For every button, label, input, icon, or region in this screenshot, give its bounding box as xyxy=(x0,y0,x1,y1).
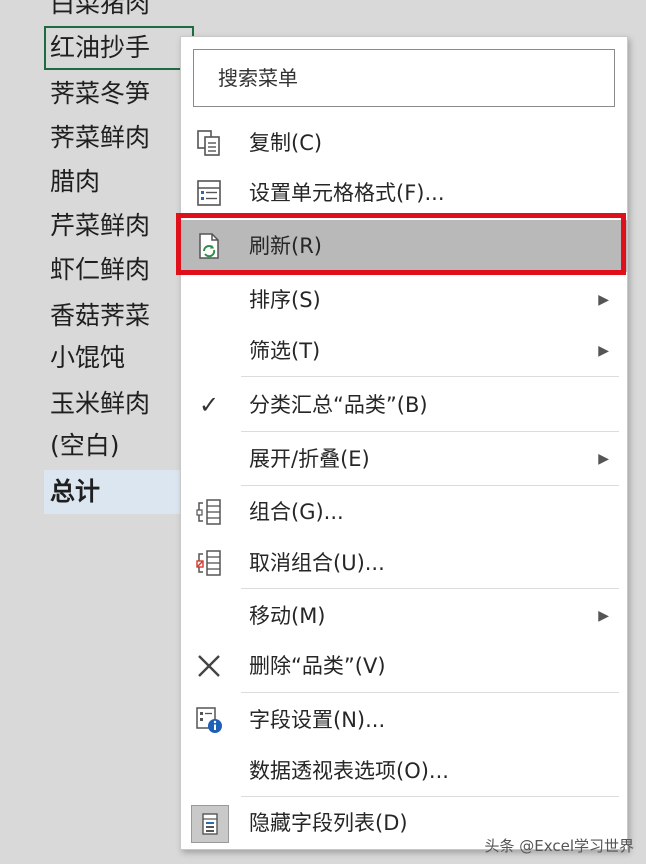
field-settings-icon xyxy=(191,702,227,738)
cell-row-label[interactable]: 小馄饨 xyxy=(44,336,194,380)
menu-item-group[interactable]: 组合(G)... xyxy=(181,486,627,538)
copy-icon xyxy=(191,125,227,161)
submenu-arrow-icon: ▶ xyxy=(598,608,609,624)
format-cells-icon xyxy=(191,175,227,211)
field-list-icon xyxy=(191,805,229,843)
cell-row-label[interactable]: 荠菜鲜肉 xyxy=(44,116,194,160)
submenu-arrow-icon: ▶ xyxy=(598,292,609,308)
menu-separator xyxy=(241,692,619,693)
cell-row-label[interactable]: 荠菜冬笋 xyxy=(44,72,194,116)
menu-item-copy[interactable]: 复制(C) xyxy=(181,117,627,169)
menu-item-label: 隐藏字段列表(D) xyxy=(249,811,408,835)
menu-item-subtotal[interactable]: ✓ 分类汇总“品类”(B) xyxy=(181,379,627,431)
group-icon xyxy=(191,494,227,530)
menu-item-delete-field[interactable]: 删除“品类”(V) xyxy=(181,640,627,692)
highlight-annotation-box xyxy=(176,213,626,275)
menu-item-label: 筛选(T) xyxy=(249,339,321,363)
cell-row-label[interactable]: 白菜猪肉 xyxy=(44,0,194,26)
menu-item-expand-collapse[interactable]: 展开/折叠(E) ▶ xyxy=(181,433,627,485)
menu-item-format-cells[interactable]: 设置单元格格式(F)... xyxy=(181,167,627,219)
menu-item-pivot-options[interactable]: 数据透视表选项(O)... xyxy=(181,745,627,797)
cell-row-label[interactable]: 腊肉 xyxy=(44,160,194,204)
menu-item-move[interactable]: 移动(M) ▶ xyxy=(181,590,627,642)
menu-item-ungroup[interactable]: 取消组合(U)... xyxy=(181,537,627,589)
checkmark-icon: ✓ xyxy=(198,391,220,419)
menu-item-label: 展开/折叠(E) xyxy=(249,447,370,471)
cell-grand-total[interactable]: 总计 xyxy=(44,470,184,514)
cell-row-label-selected[interactable]: 红油抄手 xyxy=(44,26,194,70)
menu-item-label: 组合(G)... xyxy=(249,500,344,524)
menu-item-label: 删除“品类”(V) xyxy=(249,654,386,678)
cell-row-label[interactable]: (空白) xyxy=(44,424,194,468)
cell-row-label[interactable]: 玉米鲜肉 xyxy=(44,382,194,426)
submenu-arrow-icon: ▶ xyxy=(598,451,609,467)
menu-item-label: 字段设置(N)... xyxy=(249,708,386,732)
ungroup-icon xyxy=(191,545,227,581)
submenu-arrow-icon: ▶ xyxy=(598,343,609,359)
cell-row-label[interactable]: 香菇荠菜 xyxy=(44,294,194,338)
menu-item-filter[interactable]: 筛选(T) ▶ xyxy=(181,325,627,377)
menu-item-label: 排序(S) xyxy=(249,288,321,312)
watermark-text: 头条 @Excel学习世界 xyxy=(484,837,634,855)
menu-item-label: 设置单元格格式(F)... xyxy=(249,181,445,205)
column-divider xyxy=(42,0,43,864)
menu-separator xyxy=(241,431,619,432)
menu-item-field-settings[interactable]: 字段设置(N)... xyxy=(181,694,627,746)
menu-item-sort[interactable]: 排序(S) ▶ xyxy=(181,274,627,326)
menu-separator xyxy=(241,588,619,589)
cell-row-label[interactable]: 芹菜鲜肉 xyxy=(44,204,194,248)
delete-x-icon xyxy=(191,648,227,684)
menu-item-label: 分类汇总“品类”(B) xyxy=(249,393,428,417)
menu-item-label: 复制(C) xyxy=(249,131,323,155)
cell-row-label[interactable]: 虾仁鲜肉 xyxy=(44,248,194,292)
menu-separator xyxy=(241,376,619,377)
context-menu: 搜索菜单 复制(C) 设置单元格格式(F)... 刷新(R) 排序(S) ▶ 筛… xyxy=(180,36,628,850)
menu-item-label: 取消组合(U)... xyxy=(249,551,385,575)
menu-item-label: 移动(M) xyxy=(249,604,326,628)
menu-item-label: 数据透视表选项(O)... xyxy=(249,759,449,783)
search-menu-input[interactable]: 搜索菜单 xyxy=(193,49,615,107)
